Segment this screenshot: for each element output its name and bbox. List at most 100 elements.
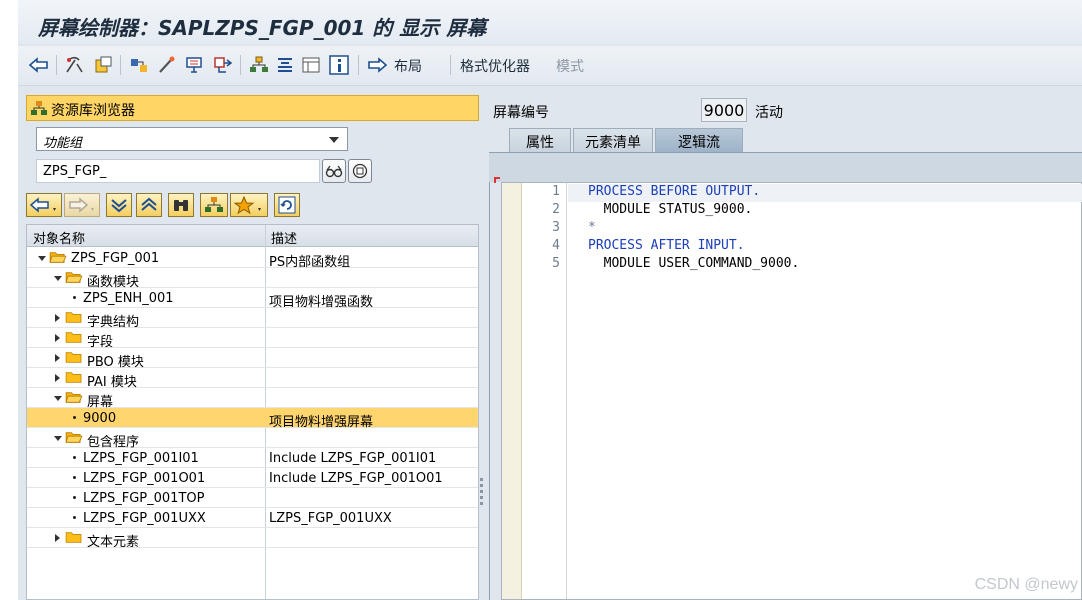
flow-logic-editor[interactable]: 1 PROCESS BEFORE OUTPUT. 2 MODULE STATUS_9… [501, 182, 1082, 600]
repository-browser-header[interactable]: 资源库浏览器 [26, 95, 479, 121]
screen-tabs: 属性 元素清单 逻辑流 [509, 128, 1069, 152]
tree-item-name: LZPS_FGP_001I01 [83, 451, 199, 466]
collapse-triangle-icon[interactable] [55, 334, 60, 342]
collapse-triangle-icon[interactable] [55, 354, 60, 362]
previous-object-button[interactable] [26, 193, 62, 217]
line-number: 2 [552, 202, 560, 217]
folder-open-icon [65, 272, 83, 283]
hierarchy-button[interactable] [200, 193, 228, 217]
back-icon[interactable] [28, 54, 50, 76]
tab-attributes[interactable]: 属性 [509, 128, 571, 152]
code-line[interactable]: MODULE STATUS_9000. [588, 202, 1082, 220]
object-name-input[interactable]: ZPS_FGP_ [36, 159, 320, 183]
tree-folder-row[interactable]: 函数模块 [27, 268, 478, 290]
tree-leaf-row[interactable]: LZPS_FGP_001UXX LZPS_FGP_001UXX [27, 508, 478, 528]
refresh-icon [278, 196, 296, 214]
expand-triangle-icon[interactable] [38, 256, 46, 261]
formatter-button[interactable]: 格式优化器 [460, 56, 530, 76]
expand-triangle-icon[interactable] [54, 276, 62, 281]
tree-item-name: ZPS_FGP_001 [71, 251, 160, 266]
binoculars-icon [174, 200, 188, 211]
test-icon[interactable] [184, 54, 206, 76]
application-toolbar: 布局 格式优化器 模式 [18, 46, 1082, 86]
tree-folder-row[interactable]: 包含程序 [27, 428, 478, 450]
tree-folder-row[interactable]: PAI 模块 [27, 368, 478, 390]
folder-open-icon [65, 392, 83, 403]
activate-icon[interactable] [156, 54, 178, 76]
expand-all-button[interactable] [106, 193, 132, 217]
tree-leaf-row[interactable]: LZPS_FGP_001O01 Include LZPS_FGP_001O01 [27, 468, 478, 488]
folder-icon [65, 532, 82, 543]
refresh-button[interactable] [274, 193, 300, 217]
editor-gutter [502, 183, 522, 599]
column-header-name[interactable]: 对象名称 [33, 228, 85, 247]
object-list-icon[interactable] [248, 54, 270, 76]
tab-flow-logic[interactable]: 逻辑流 [655, 128, 743, 152]
tree-folder-row[interactable]: 屏幕 [27, 388, 478, 410]
where-used-icon[interactable] [212, 54, 234, 76]
expand-triangle-icon[interactable] [54, 436, 62, 441]
repository-browser-label: 资源库浏览器 [51, 103, 135, 119]
active-inactive-icon[interactable] [92, 54, 114, 76]
watermark: CSDN @newy [974, 576, 1078, 593]
code-line[interactable]: * [588, 220, 1082, 238]
tree-item-name: LZPS_FGP_001O01 [83, 471, 206, 486]
tree-leaf-row[interactable]: LZPS_FGP_001TOP [27, 488, 478, 508]
tree-folder-row[interactable]: 字典结构 [27, 308, 478, 330]
tree-item-name: ZPS_ENH_001 [83, 291, 174, 306]
layout-button[interactable]: 布局 [394, 56, 422, 76]
red-corner-marker [494, 177, 500, 183]
favorites-button[interactable] [230, 193, 268, 217]
tree-folder-row[interactable]: PBO 模块 [27, 348, 478, 370]
bullet-icon [73, 456, 76, 459]
collapse-triangle-icon[interactable] [55, 314, 60, 322]
line-number: 4 [552, 238, 560, 253]
bullet-icon [73, 516, 76, 519]
code-line[interactable]: PROCESS BEFORE OUTPUT. [588, 184, 1082, 202]
next-object-button [64, 193, 100, 217]
screen-flow-pane: 屏幕编号 9000 活动 属性 元素清单 逻辑流 1 PROCESS BEFORE… [489, 95, 1082, 600]
folder-icon [65, 332, 82, 343]
tree-leaf-row[interactable]: 9000 项目物料增强屏幕 [27, 408, 478, 430]
chevron-down-icon [329, 137, 339, 143]
object-type-select[interactable]: 功能组 [36, 127, 348, 151]
check-icon[interactable] [128, 54, 150, 76]
expand-triangle-icon[interactable] [54, 396, 62, 401]
line-number: 1 [552, 184, 560, 199]
bullet-icon [73, 416, 76, 419]
collapse-triangle-icon[interactable] [55, 374, 60, 382]
display-glasses-button[interactable] [322, 159, 346, 183]
tree-folder-row[interactable]: 字段 [27, 328, 478, 350]
object-tree-icon [31, 101, 47, 115]
object-name-value: ZPS_FGP_ [43, 164, 107, 179]
bullet-icon [73, 296, 76, 299]
code-line[interactable]: PROCESS AFTER INPUT. [588, 238, 1082, 256]
bullet-icon [73, 476, 76, 479]
tree-folder-row[interactable]: 文本元素 [27, 528, 478, 550]
tab-content-strip [489, 152, 1082, 182]
folder-icon [65, 372, 82, 383]
tree-leaf-row[interactable]: ZPS_ENH_001 项目物料增强函数 [27, 288, 478, 310]
star-icon [234, 196, 261, 214]
line-number: 3 [552, 220, 560, 235]
info-icon[interactable] [328, 54, 350, 76]
window-left-edge [0, 0, 18, 600]
collapse-all-button[interactable] [136, 193, 162, 217]
code-line[interactable]: MODULE USER_COMMAND_9000. [588, 256, 1082, 274]
collapse-triangle-icon[interactable] [55, 534, 60, 542]
navigation-window-icon[interactable] [274, 54, 296, 76]
tree-leaf-row[interactable]: LZPS_FGP_001I01 Include LZPS_FGP_001I01 [27, 448, 478, 468]
page-layout-icon[interactable] [300, 54, 322, 76]
display-change-icon[interactable] [64, 54, 86, 76]
input-help-button[interactable] [348, 159, 372, 183]
screen-status: 活动 [755, 105, 783, 121]
find-button[interactable] [168, 193, 194, 217]
tree-item-description: Include LZPS_FGP_001O01 [269, 471, 443, 486]
column-header-description[interactable]: 描述 [271, 228, 297, 247]
layout-arrow-icon[interactable] [366, 54, 388, 76]
pane-splitter[interactable] [480, 475, 484, 515]
tree-folder-row[interactable]: ZPS_FGP_001 PS内部函数组 [27, 248, 478, 270]
glasses-icon [325, 165, 343, 178]
tab-element-list[interactable]: 元素清单 [573, 128, 653, 152]
tree-header: 对象名称 描述 [27, 225, 478, 247]
